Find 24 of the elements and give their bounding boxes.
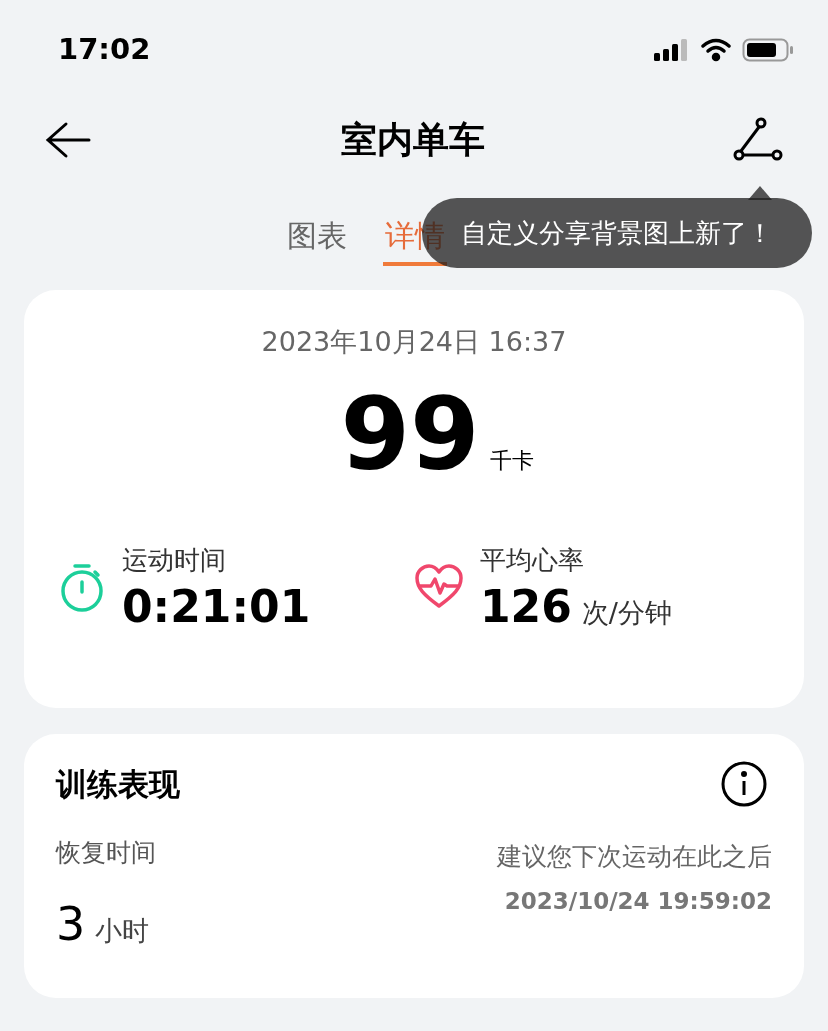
heart-rate-icon <box>414 564 464 610</box>
stat-value: 126 <box>480 579 572 634</box>
calories-unit: 千卡 <box>489 446 534 475</box>
page-title: 室内单车 <box>341 118 485 162</box>
card-title: 训练表现 <box>56 764 180 804</box>
stat-unit: 次/分钟 <box>581 595 672 630</box>
signal-icon <box>654 39 690 61</box>
tooltip-text: 自定义分享背景图上新了！ <box>461 216 773 250</box>
info-button[interactable] <box>720 760 768 808</box>
recovery-unit: 小时 <box>95 913 150 948</box>
recovery-value: 3 <box>56 895 86 953</box>
tab[interactable]: 图表 <box>285 208 349 266</box>
workout-datetime: 2023年10月24日 16:37 <box>261 325 567 359</box>
advice-text: 建议您下次运动在此之后 <box>497 841 772 873</box>
stat-label: 运动时间 <box>122 543 227 577</box>
stopwatch-icon <box>58 562 106 612</box>
stat-value: 0:21:01 <box>122 579 311 634</box>
calories-value: 99 <box>340 384 480 485</box>
status-time: 17:02 <box>58 31 151 69</box>
stat-label: 平均心率 <box>480 543 585 577</box>
advice-time: 2023/10/24 19:59:02 <box>504 886 772 916</box>
battery-icon <box>742 38 794 62</box>
recovery-label: 恢复时间 <box>56 837 156 869</box>
wifi-icon <box>700 38 732 62</box>
